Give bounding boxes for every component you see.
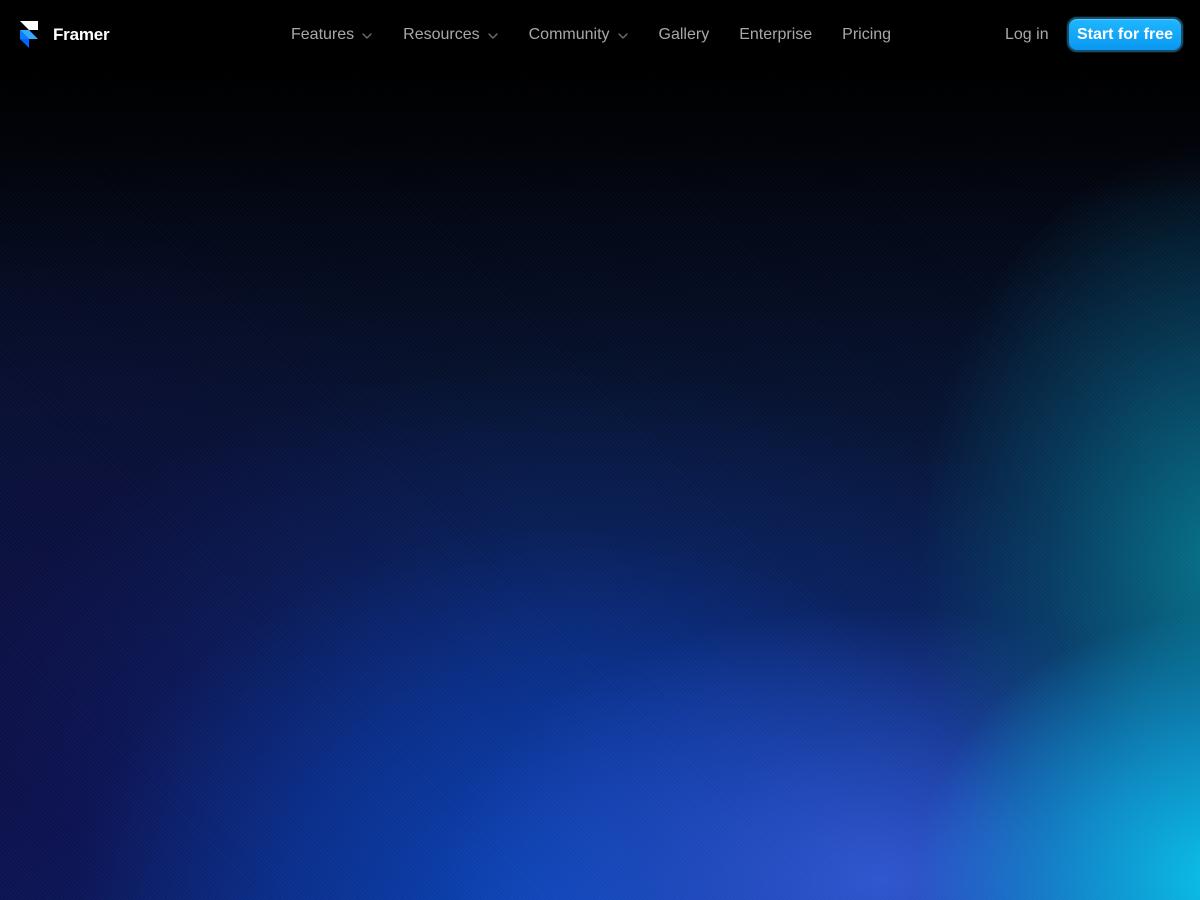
login-link[interactable]: Log in	[1005, 24, 1049, 46]
nav-item-label: Enterprise	[739, 26, 813, 43]
framer-logo-icon	[20, 21, 38, 48]
nav-item-community[interactable]: Community	[529, 24, 628, 46]
nav-item-enterprise[interactable]: Enterprise	[739, 24, 812, 46]
nav-item-label: Pricing	[842, 26, 892, 43]
nav-item-features[interactable]: Features	[291, 24, 372, 46]
start-for-free-button[interactable]: Start for free	[1067, 17, 1183, 52]
nav-item-pricing[interactable]: Pricing	[842, 24, 891, 46]
nav-item-label: Gallery	[658, 26, 710, 43]
top-navbar: Framer Features Resources Community Gall…	[0, 0, 1200, 70]
nav-item-gallery[interactable]: Gallery	[659, 24, 710, 46]
nav-item-label: Resources	[403, 26, 480, 43]
nav-item-label: Features	[291, 26, 355, 43]
nav-links: Features Resources Community Gallery Ent…	[291, 24, 891, 46]
nav-item-label: Community	[528, 26, 610, 43]
chevron-down-icon	[617, 32, 628, 39]
logo-link[interactable]: Framer	[20, 21, 110, 48]
chevron-down-icon	[487, 32, 498, 39]
page: Framer Features Resources Community Gall…	[0, 0, 1200, 900]
nav-item-resources[interactable]: Resources	[403, 24, 498, 46]
brand-name: Framer	[53, 25, 110, 44]
chevron-down-icon	[362, 32, 372, 39]
